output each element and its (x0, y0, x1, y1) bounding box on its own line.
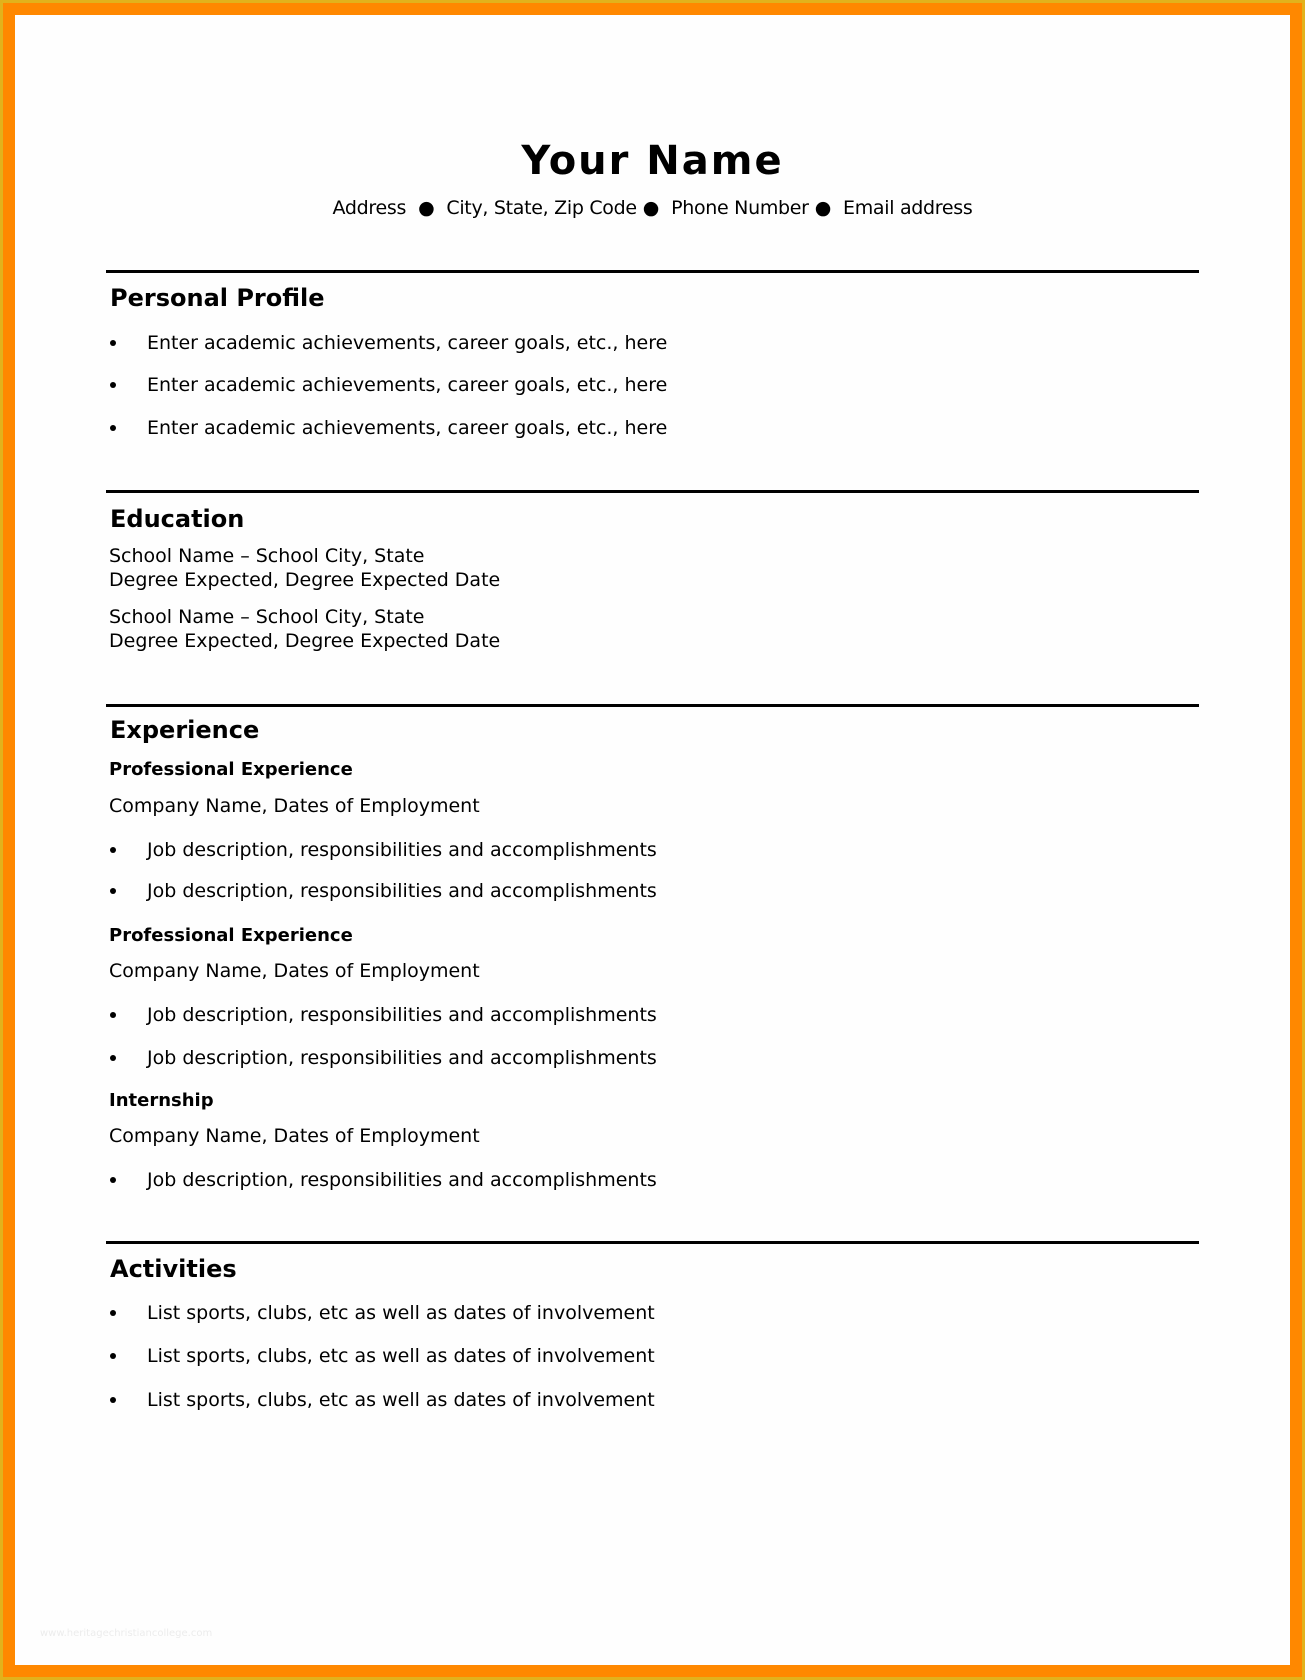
watermark: www.heritagechristiancollege.com (40, 1628, 213, 1639)
experience-type: Professional Experience (109, 759, 353, 780)
activity-bullet: List sports, clubs, etc as well as dates… (147, 1389, 655, 1411)
section-title-education: Education (110, 505, 245, 533)
bullet-separator-icon: ● (418, 197, 435, 219)
section-divider (106, 270, 1199, 273)
bullet-icon (110, 425, 116, 431)
section-title-experience: Experience (110, 716, 260, 744)
profile-bullet: Enter academic achievements, career goal… (147, 374, 668, 396)
experience-company: Company Name, Dates of Employment (109, 960, 480, 982)
section-divider (106, 1241, 1199, 1244)
bullet-icon (110, 1055, 116, 1061)
bullet-separator-icon: ● (642, 197, 660, 219)
experience-bullet: Job description, responsibilities and ac… (147, 839, 657, 861)
bullet-icon (110, 888, 116, 894)
section-title-personal-profile: Personal Profile (110, 284, 325, 312)
bullet-icon (110, 847, 116, 853)
section-title-activities: Activities (110, 1255, 237, 1283)
experience-type: Internship (109, 1090, 214, 1111)
bullet-icon (110, 382, 116, 388)
experience-bullet: Job description, responsibilities and ac… (147, 880, 657, 902)
experience-bullet: Job description, responsibilities and ac… (147, 1004, 657, 1026)
education-school: School Name – School City, State (109, 545, 425, 567)
contact-line: Address ● City, State, Zip Code ● Phone Numb… (0, 199, 1305, 218)
bullet-icon (110, 340, 116, 346)
contact-email: Email address (842, 197, 973, 219)
section-divider (106, 704, 1199, 707)
bullet-icon (110, 1397, 116, 1403)
experience-company: Company Name, Dates of Employment (109, 1125, 480, 1147)
contact-address: Address (332, 197, 407, 219)
bullet-separator-icon: ● (814, 197, 832, 219)
experience-bullet: Job description, responsibilities and ac… (147, 1169, 657, 1191)
bullet-icon (110, 1177, 116, 1183)
education-degree: Degree Expected, Degree Expected Date (109, 630, 501, 652)
profile-bullet: Enter academic achievements, career goal… (147, 417, 668, 439)
section-divider (106, 490, 1199, 493)
education-school: School Name – School City, State (109, 606, 425, 628)
resume-name: Your Name (521, 138, 784, 184)
activity-bullet: List sports, clubs, etc as well as dates… (147, 1345, 655, 1367)
contact-phone: Phone Number (671, 197, 809, 219)
experience-type: Professional Experience (109, 925, 353, 946)
activity-bullet: List sports, clubs, etc as well as dates… (147, 1302, 655, 1324)
experience-bullet: Job description, responsibilities and ac… (147, 1047, 657, 1069)
bullet-icon (110, 1310, 116, 1316)
contact-city-state-zip: City, State, Zip Code (446, 197, 637, 219)
education-degree: Degree Expected, Degree Expected Date (109, 569, 501, 591)
profile-bullet: Enter academic achievements, career goal… (147, 332, 668, 354)
bullet-icon (110, 1012, 116, 1018)
experience-company: Company Name, Dates of Employment (109, 795, 480, 817)
bullet-icon (110, 1353, 116, 1359)
